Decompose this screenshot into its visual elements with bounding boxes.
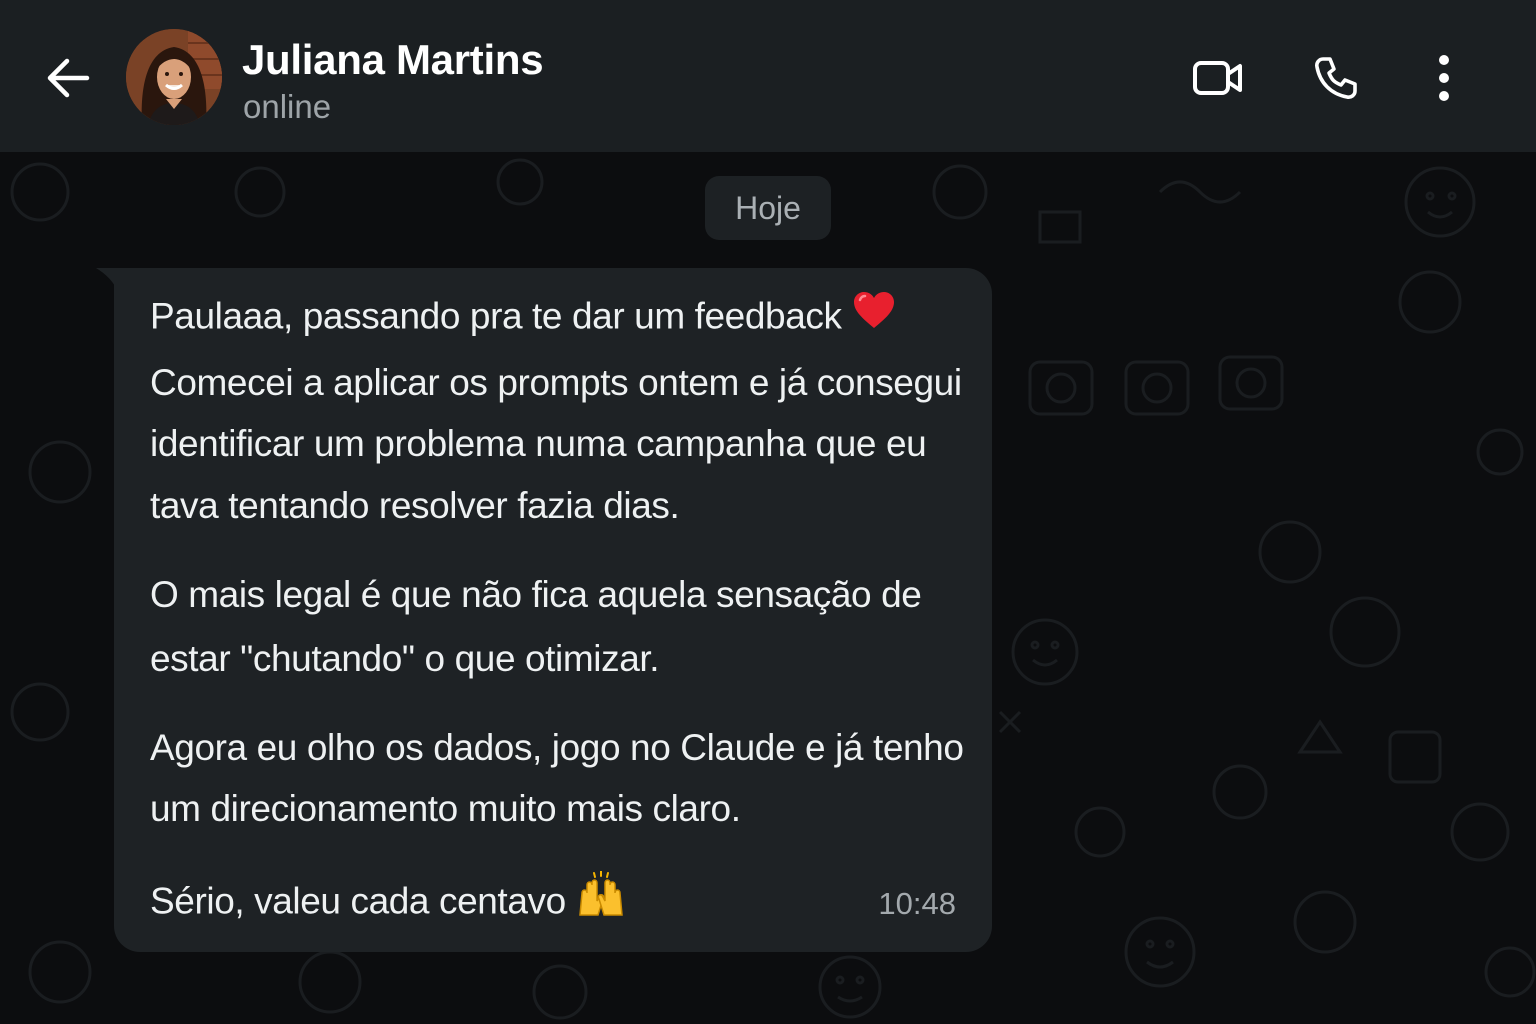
contact-name[interactable]: Juliana Martins — [242, 36, 544, 84]
message-line: tava tentando resolver fazia dias. — [150, 485, 680, 526]
back-button[interactable] — [40, 50, 96, 106]
avatar-photo — [126, 29, 222, 125]
message-line: Paulaaa, passando pra te dar um feedback — [150, 292, 896, 343]
phone-icon — [1315, 57, 1357, 99]
message-line: O mais legal é que não fica aquela sensa… — [150, 574, 922, 615]
message-text: Paulaaa, passando pra te dar um feedback — [150, 295, 842, 337]
more-vertical-icon — [1439, 55, 1449, 101]
raising-hands-emoji — [576, 870, 626, 928]
message-line: identificar um problema numa campanha qu… — [150, 423, 927, 464]
message-line: Comecei a aplicar os prompts ontem e já … — [150, 362, 962, 403]
message-text: Sério, valeu cada centavo — [150, 880, 566, 922]
message-timestamp: 10:48 — [878, 886, 956, 921]
voice-call-button[interactable] — [1304, 46, 1368, 110]
date-separator: Hoje — [705, 176, 831, 240]
message-line: um direcionamento muito mais claro. — [150, 788, 741, 829]
message-line: estar "chutando" o que otimizar. — [150, 638, 660, 679]
contact-status: online — [243, 88, 332, 125]
more-options-button[interactable] — [1412, 46, 1476, 110]
chat-header: Juliana Martins online — [0, 0, 1536, 152]
arrow-left-icon — [47, 58, 90, 98]
video-camera-icon — [1193, 61, 1242, 95]
red-heart-emoji — [852, 290, 896, 339]
chat-area[interactable]: Hoje Paulaaa, passando pra te dar um fee… — [0, 152, 1536, 1024]
contact-avatar[interactable] — [126, 29, 222, 125]
message-line: Agora eu olho os dados, jogo no Claude e… — [150, 727, 964, 768]
incoming-message-bubble[interactable]: Paulaaa, passando pra te dar um feedback… — [114, 268, 992, 952]
video-call-button[interactable] — [1186, 46, 1250, 110]
message-line: Sério, valeu cada centavo — [150, 870, 626, 932]
